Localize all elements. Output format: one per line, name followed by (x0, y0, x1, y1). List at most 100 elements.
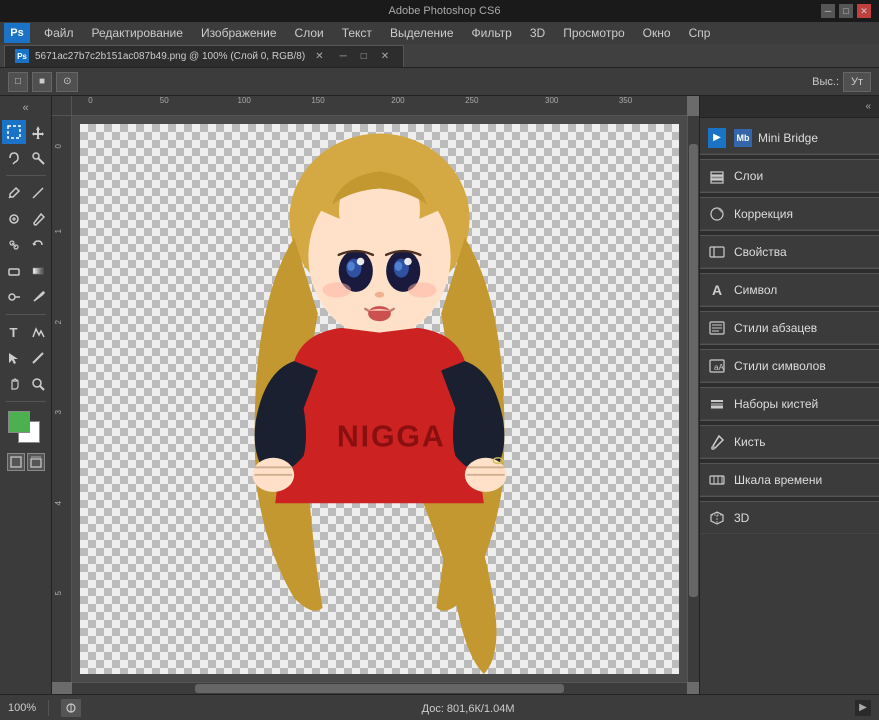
panel-item-properties[interactable]: Свойства (700, 236, 879, 268)
para-styles-label: Стили абзацев (734, 321, 817, 335)
svg-text:aA: aA (714, 363, 724, 372)
panel-item-correction[interactable]: Коррекция (700, 198, 879, 230)
option-circle-btn[interactable]: ⊙ (56, 72, 78, 92)
menu-bar: Ps Файл Редактирование Изображение Слои … (0, 22, 879, 44)
status-tool-icon[interactable] (61, 699, 81, 717)
menu-view[interactable]: Просмотро (555, 24, 632, 42)
tool-group-eyedrop (2, 181, 50, 205)
brush-presets-label: Наборы кистей (734, 397, 818, 411)
menu-3d[interactable]: 3D (522, 24, 553, 42)
properties-icon (708, 243, 726, 261)
horizontal-scrollbar[interactable] (72, 682, 687, 694)
tool-gradient[interactable] (26, 259, 50, 283)
doc-minimize-icon[interactable]: ─ (336, 51, 351, 62)
option-rect-btn[interactable]: □ (8, 72, 28, 92)
close-button[interactable]: ✕ (857, 4, 871, 18)
tool-hand[interactable] (2, 372, 26, 396)
tool-line[interactable] (26, 346, 50, 370)
vertical-scrollbar[interactable] (687, 116, 699, 682)
canvas-image-container: NIGGA (80, 124, 679, 674)
doc-close-icon[interactable]: ✕ (377, 51, 393, 62)
tool-separator-3 (6, 401, 46, 402)
tool-spot-heal[interactable] (2, 207, 26, 231)
tool-history-brush[interactable] (26, 233, 50, 257)
tool-pen[interactable] (26, 285, 50, 309)
ruler-label-0: 0 (88, 96, 92, 105)
canvas-area: 0 50 100 150 200 250 300 350 0 1 2 3 4 5 (52, 96, 699, 694)
char-styles-icon: aA (708, 357, 726, 375)
tool-direct-select[interactable] (2, 346, 26, 370)
tool-eyedropper[interactable] (2, 181, 26, 205)
tool-clone[interactable] (2, 233, 26, 257)
standard-screen-btn[interactable] (7, 453, 25, 471)
panel-item-symbol[interactable]: A Символ (700, 274, 879, 306)
panel-item-para-styles[interactable]: Стили абзацев (700, 312, 879, 344)
canvas-inner[interactable]: NIGGA (72, 116, 687, 682)
panel-item-brush-presets[interactable]: Наборы кистей (700, 388, 879, 420)
tool-group-clone (2, 233, 50, 257)
tool-path-select[interactable] (26, 320, 50, 344)
symbol-icon: A (708, 281, 726, 299)
tool-zoom[interactable] (26, 372, 50, 396)
tool-ruler[interactable] (26, 181, 50, 205)
menu-help[interactable]: Спр (681, 24, 719, 42)
panel-item-mini-bridge[interactable]: ▶ Mb Mini Bridge (700, 122, 879, 154)
panel-item-layers[interactable]: Слои (700, 160, 879, 192)
title-bar-controls: ─ □ ✕ (821, 4, 871, 18)
panel-item-brush[interactable]: Кисть (700, 426, 879, 458)
panel-item-3d[interactable]: 3D (700, 502, 879, 534)
tool-brush[interactable] (26, 207, 50, 231)
ruler-v-label-5: 5 (54, 591, 63, 595)
minimize-button[interactable]: ─ (821, 4, 835, 18)
mini-bridge-play-btn[interactable]: ▶ (708, 128, 726, 148)
menu-layers[interactable]: Слои (287, 24, 332, 42)
panel-item-timeline[interactable]: Шкала времени (700, 464, 879, 496)
timeline-label: Шкала времени (734, 473, 822, 487)
tab-close-icon[interactable]: ✕ (315, 51, 323, 62)
option-rect2-btn[interactable]: ■ (32, 72, 52, 92)
options-bar: □ ■ ⊙ Выс.: Ут (0, 68, 879, 96)
status-arrow-btn[interactable]: ▶ (855, 700, 871, 716)
para-styles-icon (708, 319, 726, 337)
tool-group-hand (2, 372, 50, 396)
menu-text[interactable]: Текст (334, 24, 380, 42)
tool-eraser[interactable] (2, 259, 26, 283)
char-styles-label: Стили символов (734, 359, 826, 373)
tool-marquee[interactable] (2, 120, 26, 144)
tool-quick-select[interactable] (26, 146, 50, 170)
option-yt-btn[interactable]: Ут (843, 72, 871, 92)
tool-lasso[interactable] (2, 146, 26, 170)
doc-maximize-icon[interactable]: □ (357, 51, 371, 62)
tab-bar: Ps 5671ac27b7c2b151ac087b49.png @ 100% (… (0, 44, 879, 68)
correction-label: Коррекция (734, 207, 793, 221)
tab-document[interactable]: Ps 5671ac27b7c2b151ac087b49.png @ 100% (… (4, 45, 404, 67)
brush-icon (708, 433, 726, 451)
main-layout: « (0, 96, 879, 694)
right-panel-collapse[interactable]: « (861, 99, 875, 114)
menu-edit[interactable]: Редактирование (84, 24, 191, 42)
tool-dodge[interactable] (2, 285, 26, 309)
mini-bridge-play-icon[interactable]: ▶ (708, 129, 726, 147)
tool-move[interactable] (26, 120, 50, 144)
menu-file[interactable]: Файл (36, 24, 82, 42)
tool-group-spot (2, 207, 50, 231)
menu-filter[interactable]: Фильтр (464, 24, 520, 42)
ruler-label-350: 350 (619, 96, 632, 105)
screen-mode-btn[interactable] (27, 453, 45, 471)
status-bar: 100% Дос: 801,6К/1.04M ▶ (0, 694, 879, 720)
tool-type[interactable]: T (2, 320, 26, 344)
vertical-scrollbar-thumb[interactable] (689, 144, 698, 597)
menu-select[interactable]: Выделение (382, 24, 462, 42)
layers-label: Слои (734, 169, 763, 183)
ruler-horizontal: 0 50 100 150 200 250 300 350 (72, 96, 687, 116)
panel-item-char-styles[interactable]: aA Стили символов (700, 350, 879, 382)
menu-image[interactable]: Изображение (193, 24, 285, 42)
toolbox-collapse-icon[interactable]: « (22, 102, 28, 114)
status-play-icon: ▶ (859, 702, 867, 713)
maximize-button[interactable]: □ (839, 4, 853, 18)
properties-label: Свойства (734, 245, 787, 259)
foreground-color-box[interactable] (8, 411, 30, 433)
horizontal-scrollbar-thumb[interactable] (195, 684, 564, 693)
menu-window[interactable]: Окно (635, 24, 679, 42)
ruler-label-250: 250 (465, 96, 478, 105)
